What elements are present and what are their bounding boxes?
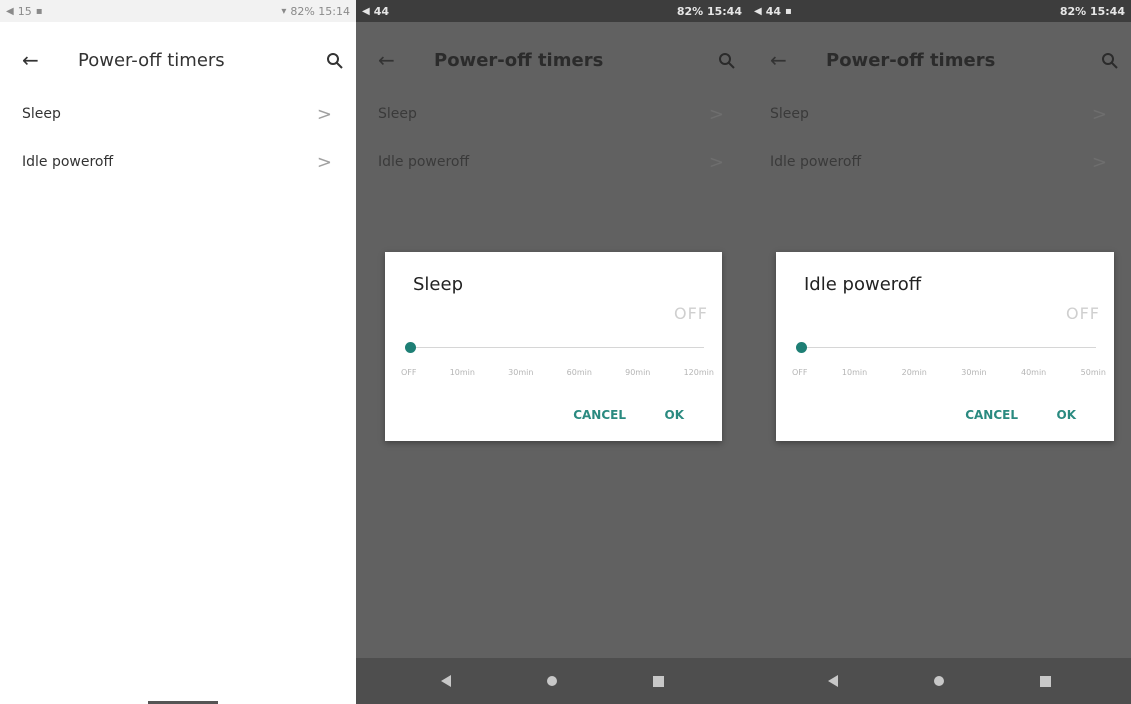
tick-label: 30min bbox=[508, 368, 534, 377]
cancel-button[interactable]: CANCEL bbox=[965, 408, 1018, 422]
list-item-label: Sleep bbox=[22, 106, 61, 122]
ok-button[interactable]: OK bbox=[1057, 408, 1077, 422]
tick-label: 30min bbox=[961, 368, 987, 377]
nav-back-icon[interactable] bbox=[440, 675, 451, 687]
tick-label: 10min bbox=[449, 368, 475, 377]
status-bar: ◀ 44 ▪ 82% 15:44 bbox=[748, 0, 1131, 22]
status-right-text: 82% 15:44 bbox=[676, 4, 742, 18]
status-bar: ◀ 15 ▪ ▾ 82% 15:14 bbox=[0, 0, 356, 22]
dialog-title: Idle poweroff bbox=[804, 274, 922, 295]
ok-button[interactable]: OK bbox=[665, 408, 685, 422]
back-arrow-icon[interactable]: ← bbox=[378, 50, 395, 70]
tick-label: 120min bbox=[683, 368, 714, 377]
chevron-right-icon: > bbox=[708, 103, 724, 125]
app-bar: ← Power-off timers bbox=[748, 30, 1131, 90]
settings-screen-idle-dialog: ◀ 44 ▪ 82% 15:44 ← Power-off timers Sleep … bbox=[748, 0, 1131, 704]
slider-tick-labels: OFF 10min 20min 30min 40min 50min bbox=[792, 368, 1106, 377]
dialog-title: Sleep bbox=[413, 274, 464, 295]
list-item-sleep[interactable]: Sleep > bbox=[748, 90, 1131, 138]
app-bar: ← Power-off timers bbox=[0, 30, 356, 90]
list-item-label: Idle poweroff bbox=[378, 154, 470, 170]
nav-recents-icon[interactable] bbox=[652, 675, 664, 687]
notification-icon: ▪ bbox=[35, 5, 43, 17]
list-item-sleep[interactable]: Sleep > bbox=[356, 90, 748, 138]
idle-poweroff-dialog: Idle poweroff OFF OFF 10min 20min 30min … bbox=[776, 252, 1114, 441]
tick-label: OFF bbox=[792, 368, 808, 377]
back-arrow-icon[interactable]: ← bbox=[770, 50, 787, 70]
list-item-label: Sleep bbox=[378, 106, 417, 122]
volume-icon: ◀ bbox=[754, 5, 762, 17]
settings-screen-light: ◀ 15 ▪ ▾ 82% 15:14 ← Power-off timers Sleep… bbox=[0, 0, 356, 704]
navigation-bar bbox=[748, 658, 1131, 704]
page-title: Power-off timers bbox=[826, 49, 996, 71]
search-icon[interactable] bbox=[718, 52, 736, 70]
status-right-text: 82% 15:14 bbox=[290, 4, 350, 18]
page-title: Power-off timers bbox=[78, 49, 225, 71]
chevron-right-icon: > bbox=[1091, 103, 1107, 125]
slider-track[interactable] bbox=[800, 347, 1096, 348]
chevron-right-icon: > bbox=[316, 103, 332, 125]
app-bar: ← Power-off timers bbox=[356, 30, 748, 90]
status-left-text: 15 bbox=[17, 4, 32, 18]
sleep-timer-dialog: Sleep OFF OFF 10min 30min 60min 90min 12… bbox=[385, 252, 722, 441]
status-bar: ◀ 44 82% 15:44 bbox=[356, 0, 748, 22]
nav-recents-icon[interactable] bbox=[1040, 675, 1051, 687]
slider-thumb[interactable] bbox=[405, 342, 416, 353]
tick-label: 20min bbox=[901, 368, 927, 377]
tick-label: 50min bbox=[1080, 368, 1106, 377]
tick-label: 90min bbox=[625, 368, 651, 377]
status-left-text: 44 bbox=[765, 4, 782, 18]
list-item-idle-poweroff[interactable]: Idle poweroff > bbox=[356, 138, 748, 186]
search-icon[interactable] bbox=[1101, 52, 1119, 70]
tick-label: OFF bbox=[401, 368, 417, 377]
tick-label: 60min bbox=[566, 368, 592, 377]
volume-icon: ◀ bbox=[6, 5, 14, 17]
slider-thumb[interactable] bbox=[796, 342, 807, 353]
slider-value-readout: OFF bbox=[674, 304, 708, 323]
list-item-sleep[interactable]: Sleep > bbox=[0, 90, 356, 138]
list-item-idle-poweroff[interactable]: Idle poweroff > bbox=[748, 138, 1131, 186]
slider-tick-labels: OFF 10min 30min 60min 90min 120min bbox=[401, 368, 714, 377]
tick-label: 40min bbox=[1020, 368, 1047, 377]
list-item-label: Idle poweroff bbox=[22, 154, 114, 170]
nav-home-icon[interactable] bbox=[934, 676, 944, 686]
tick-label: 10min bbox=[841, 368, 868, 377]
volume-icon: ◀ bbox=[362, 5, 370, 17]
slider-value-readout: OFF bbox=[1066, 304, 1100, 323]
chevron-right-icon: > bbox=[1091, 151, 1107, 173]
page-title: Power-off timers bbox=[434, 49, 604, 71]
navigation-bar bbox=[356, 658, 748, 704]
nav-back-icon[interactable] bbox=[828, 675, 838, 687]
settings-screen-sleep-dialog: ◀ 44 82% 15:44 ← Power-off timers Sleep >… bbox=[356, 0, 748, 704]
list-item-label: Idle poweroff bbox=[770, 154, 862, 170]
list-item-label: Sleep bbox=[770, 106, 809, 122]
back-arrow-icon[interactable]: ← bbox=[22, 50, 39, 70]
chevron-right-icon: > bbox=[708, 151, 724, 173]
list-item-idle-poweroff[interactable]: Idle poweroff > bbox=[0, 138, 356, 186]
search-icon[interactable] bbox=[326, 52, 344, 70]
chevron-right-icon: > bbox=[316, 151, 332, 173]
status-left-text: 44 bbox=[373, 4, 390, 18]
nav-home-icon[interactable] bbox=[546, 676, 557, 686]
slider-track[interactable] bbox=[409, 347, 704, 348]
notification-icon: ▪ bbox=[785, 5, 792, 17]
wifi-icon: ▾ bbox=[281, 5, 287, 17]
status-right-text: 82% 15:44 bbox=[1059, 4, 1125, 18]
cancel-button[interactable]: CANCEL bbox=[573, 408, 626, 422]
